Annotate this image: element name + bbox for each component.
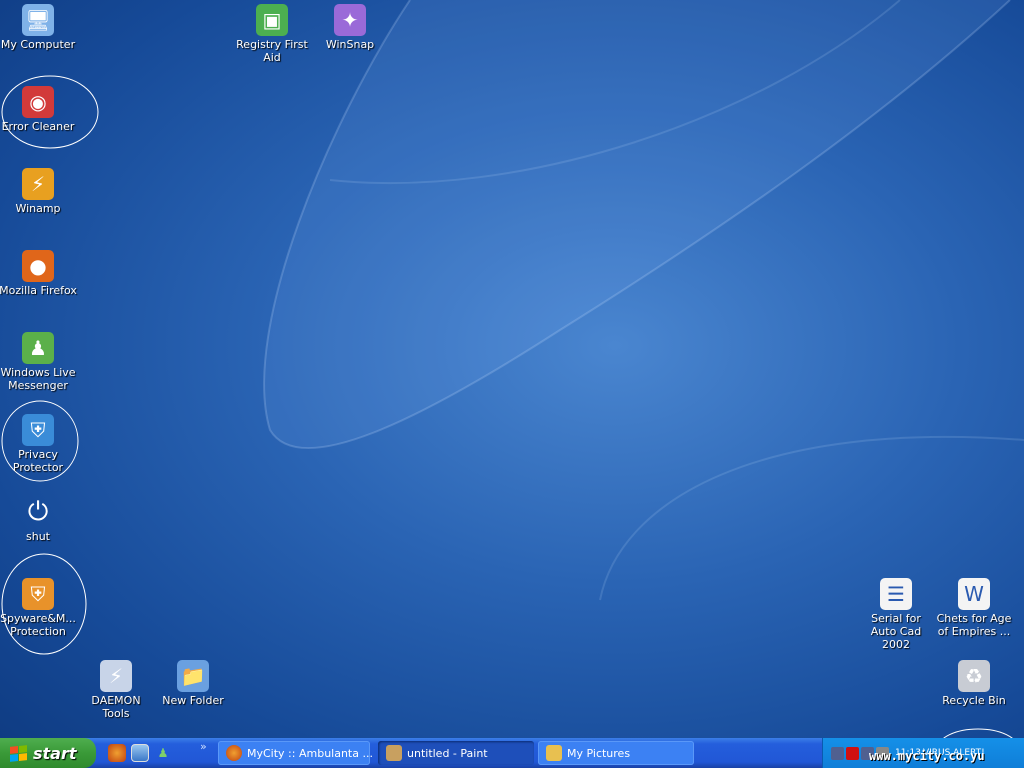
- recycle-bin-icon: ♻: [958, 660, 990, 692]
- desktop-icon-label: WinSnap: [325, 38, 375, 51]
- wallpaper-swoosh: [329, 0, 901, 185]
- desktop-icon[interactable]: ⛨ Spyware&M... Protection: [0, 574, 77, 638]
- shield-icon: ⛨: [22, 578, 54, 610]
- watermark: www.mycity.co.yu: [869, 749, 985, 763]
- desktop-icon-label: shut: [26, 530, 50, 543]
- messenger-buddies-icon: ♟: [22, 332, 54, 364]
- computer-icon: 🖥: [22, 4, 54, 36]
- system-tray: 11:13 VIRUS ALERT! www.mycity.co.yu: [822, 738, 1024, 768]
- desktop-icon-label: Recycle Bin: [942, 694, 1006, 707]
- text-document-icon: ☰: [880, 578, 912, 610]
- desktop-icon-label: Error Cleaner: [1, 120, 75, 133]
- desktop-icon[interactable]: ⚡ DAEMON Tools: [77, 656, 155, 720]
- desktop-icon[interactable]: ♻ Recycle Bin: [935, 656, 1013, 707]
- word-document-icon: W: [958, 578, 990, 610]
- taskbar-button-paint[interactable]: untitled - Paint: [378, 741, 534, 765]
- desktop-icon-label: Spyware&M... Protection: [0, 612, 76, 638]
- taskbar: start ♟ » MyCity :: Ambulanta ... untitl…: [0, 738, 1024, 768]
- desktop-icon-label: Serial for Auto Cad 2002: [870, 612, 922, 651]
- desktop-icon[interactable]: W Chets for Age of Empires ...: [935, 574, 1013, 638]
- desktop-icon-label: Windows Live Messenger: [0, 366, 76, 392]
- quicklaunch-show-desktop-icon[interactable]: [131, 744, 149, 762]
- desktop-icon[interactable]: ⚡ Winamp: [0, 164, 77, 215]
- desktop-icon[interactable]: ● Mozilla Firefox: [0, 246, 77, 297]
- pictures-folder-icon: [546, 745, 562, 761]
- paint-icon: [386, 745, 402, 761]
- firefox-icon: [226, 745, 242, 761]
- shield-magnifier-icon: ◉: [22, 86, 54, 118]
- quicklaunch-firefox-icon[interactable]: [108, 744, 126, 762]
- start-button[interactable]: start: [0, 738, 96, 768]
- annotation-circles: [1, 75, 1019, 768]
- desktop-icon-label: Registry First Aid: [236, 38, 308, 64]
- shield-icon: ⛨: [22, 414, 54, 446]
- folder-icon: 📁: [177, 660, 209, 692]
- desktop-icon-label: Chets for Age of Empires ...: [936, 612, 1012, 638]
- taskbar-button-mycity[interactable]: MyCity :: Ambulanta ...: [218, 741, 373, 765]
- start-label: start: [33, 743, 77, 763]
- desktop-icon[interactable]: ✦ WinSnap: [311, 0, 389, 51]
- windows-flag-icon: [10, 744, 27, 762]
- desktop-icon-label: Winamp: [15, 202, 61, 215]
- desktop-icon-label: Privacy Protector: [12, 448, 64, 474]
- quicklaunch-messenger-icon[interactable]: ♟: [154, 744, 172, 762]
- desktop-icon[interactable]: ◉ Error Cleaner: [0, 82, 77, 133]
- kaspersky-icon[interactable]: [846, 746, 859, 760]
- wallpaper-swoosh: [263, 0, 1011, 450]
- winamp-bolt-icon: ⚡: [22, 168, 54, 200]
- desktop-icon[interactable]: ▣ Registry First Aid: [233, 0, 311, 64]
- quicklaunch-overflow-button[interactable]: »: [200, 740, 207, 753]
- taskbar-button-my-pictures[interactable]: My Pictures: [538, 741, 694, 765]
- desktop-icon[interactable]: 📁 New Folder: [154, 656, 232, 707]
- daemon-bolt-icon: ⚡: [100, 660, 132, 692]
- desktop-icon-label: New Folder: [162, 694, 224, 707]
- firefox-icon: ●: [22, 250, 54, 282]
- power-icon: ⏻: [27, 496, 49, 527]
- registry-cube-icon: ▣: [256, 4, 288, 36]
- desktop-icon-label: DAEMON Tools: [91, 694, 141, 720]
- winsnap-icon: ✦: [334, 4, 366, 36]
- desktop-icon-label: Mozilla Firefox: [0, 284, 77, 297]
- desktop-icon[interactable]: ⛨ Privacy Protector: [0, 410, 77, 474]
- desktop-icon[interactable]: 🖥 My Computer: [0, 0, 77, 51]
- desktop-icon[interactable]: ⏻ shut: [0, 492, 77, 544]
- desktop-icon-label: My Computer: [0, 38, 76, 51]
- network-icon[interactable]: [831, 746, 844, 760]
- desktop-icon[interactable]: ♟ Windows Live Messenger: [0, 328, 77, 392]
- desktop-icon[interactable]: ☰ Serial for Auto Cad 2002: [857, 574, 935, 651]
